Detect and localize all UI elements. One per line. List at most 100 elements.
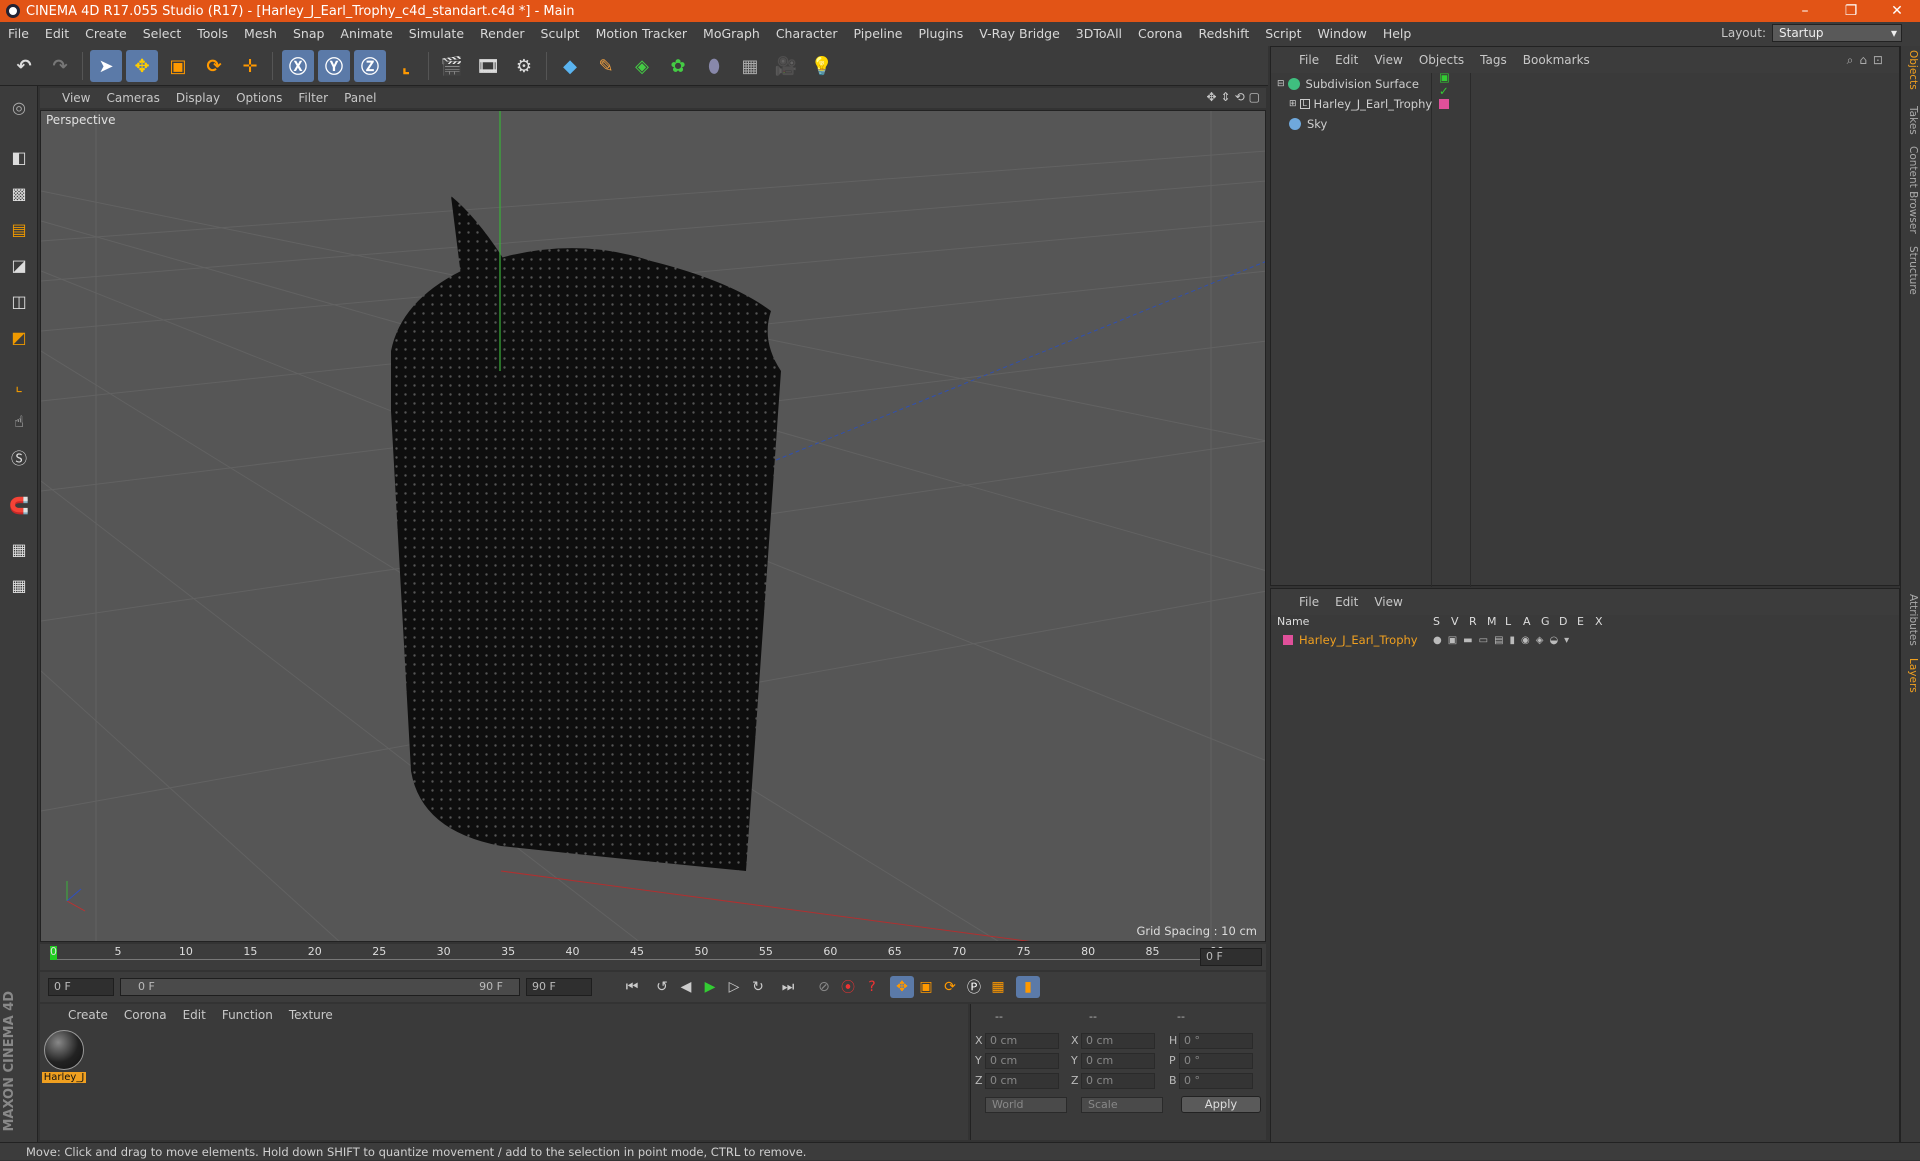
snap-magnet-icon[interactable]: 🧲 <box>4 490 34 520</box>
live-selection-icon[interactable]: ➤ <box>90 50 122 82</box>
objects-menu-file[interactable]: File <box>1291 47 1327 73</box>
close-button[interactable]: ✕ <box>1874 0 1920 22</box>
position-x-field[interactable]: 0 cm <box>985 1033 1059 1049</box>
menu-help[interactable]: Help <box>1375 22 1420 46</box>
end-frame-field[interactable]: 90 F <box>526 978 592 996</box>
next-frame-icon[interactable]: ▷ <box>722 976 746 998</box>
timeline-ruler[interactable]: 051015202530354045505560657075808590 0 F <box>40 944 1266 970</box>
keyframe-selection-icon[interactable]: ? <box>860 976 884 998</box>
coordinate-mode-dropdown[interactable]: Scale <box>1081 1097 1163 1113</box>
current-frame-field[interactable]: 0 F <box>1200 948 1262 966</box>
y-axis-lock-icon[interactable]: Ⓨ <box>318 50 350 82</box>
menu-mesh[interactable]: Mesh <box>236 22 285 46</box>
size-z-field[interactable]: 0 cm <box>1081 1073 1155 1089</box>
objects-menu-view[interactable]: View <box>1366 47 1410 73</box>
menu-pipeline[interactable]: Pipeline <box>846 22 911 46</box>
key-parameter-icon[interactable]: Ⓟ <box>962 976 986 998</box>
viewport-zoom-icon[interactable]: ⇕ <box>1221 90 1231 104</box>
undo-icon[interactable]: ↶ <box>8 50 40 82</box>
menu-motion-tracker[interactable]: Motion Tracker <box>588 22 695 46</box>
preview-range-slider[interactable]: 0 F 90 F <box>120 978 520 996</box>
floor-icon[interactable]: ▦ <box>734 50 766 82</box>
tab-attributes[interactable]: Attributes <box>1903 594 1919 646</box>
transform-icon[interactable]: ✛ <box>234 50 266 82</box>
viewport-rotate-icon[interactable]: ⟲ <box>1235 90 1245 104</box>
coordinate-system-icon[interactable]: ⌞ <box>390 50 422 82</box>
key-position-icon[interactable]: ✥ <box>890 976 914 998</box>
go-to-start-icon[interactable]: ⏮ <box>620 976 644 998</box>
viewport-move-icon[interactable]: ✥ <box>1206 90 1216 104</box>
object-manager-tools-icon[interactable]: ⌕⌂⊡ <box>1847 53 1889 68</box>
texture-mode-icon[interactable]: ▩ <box>4 178 34 208</box>
lock-workplane-icon[interactable]: ▦ <box>4 534 34 564</box>
objects-menu-bookmarks[interactable]: Bookmarks <box>1515 47 1598 73</box>
menu-tools[interactable]: Tools <box>189 22 236 46</box>
object-row-trophy[interactable]: ⊞ L Harley_J_Earl_Trophy <box>1289 95 1449 113</box>
menu-window[interactable]: Window <box>1310 22 1375 46</box>
viewport-menu-filter[interactable]: Filter <box>290 88 336 108</box>
object-row-subdivision-surface[interactable]: ⊟ Subdivision Surface ▣ ✓ <box>1277 70 1450 98</box>
menu-create[interactable]: Create <box>77 22 135 46</box>
polygons-mode-icon[interactable]: ◩ <box>4 322 34 352</box>
layers-menu-view[interactable]: View <box>1366 589 1410 615</box>
tab-content-browser[interactable]: Content Browser <box>1903 146 1919 234</box>
tab-structure[interactable]: Structure <box>1903 246 1919 295</box>
menu-3dtoall[interactable]: 3DToAll <box>1068 22 1130 46</box>
viewport-maximize-icon[interactable]: ▢ <box>1249 90 1260 104</box>
menu-edit[interactable]: Edit <box>37 22 77 46</box>
viewport-menu-display[interactable]: Display <box>168 88 228 108</box>
previous-frame-icon[interactable]: ◀ <box>674 976 698 998</box>
z-axis-lock-icon[interactable]: Ⓩ <box>354 50 386 82</box>
make-editable-icon[interactable]: ◎ <box>4 92 34 122</box>
start-frame-field[interactable]: 0 F <box>48 978 114 996</box>
play-icon[interactable]: ▶ <box>698 976 722 998</box>
perspective-viewport[interactable]: Perspective Grid Spacing : 10 cm <box>40 110 1266 942</box>
coordinate-space-dropdown[interactable]: World <box>985 1097 1067 1113</box>
material-menu-create[interactable]: Create <box>60 1004 116 1026</box>
menu-render[interactable]: Render <box>472 22 533 46</box>
minimize-button[interactable]: – <box>1782 0 1828 22</box>
menu-sculpt[interactable]: Sculpt <box>533 22 588 46</box>
menu-file[interactable]: File <box>0 22 37 46</box>
scale-icon[interactable]: ▣ <box>162 50 194 82</box>
key-rotation-icon[interactable]: ⟳ <box>938 976 962 998</box>
solo-icon[interactable]: Ⓢ <box>4 442 34 472</box>
restore-button[interactable]: ❐ <box>1828 0 1874 22</box>
viewport-menu-options[interactable]: Options <box>228 88 290 108</box>
subdivision-icon[interactable]: ◈ <box>626 50 658 82</box>
rotation-b-field[interactable]: 0 ° <box>1179 1073 1253 1089</box>
menu-mograph[interactable]: MoGraph <box>695 22 768 46</box>
model-mode-icon[interactable]: ◧ <box>4 142 34 172</box>
tweak-mode-icon[interactable]: ☝ <box>4 406 34 436</box>
objects-menu-edit[interactable]: Edit <box>1327 47 1366 73</box>
render-picture-viewer-icon[interactable]: 🎞 <box>472 50 504 82</box>
menu-character[interactable]: Character <box>768 22 846 46</box>
points-mode-icon[interactable]: ◪ <box>4 250 34 280</box>
object-row-sky[interactable]: Sky <box>1277 115 1327 133</box>
tab-layers[interactable]: Layers <box>1903 658 1919 693</box>
menu-select[interactable]: Select <box>135 22 190 46</box>
layer-color-swatch[interactable] <box>1439 99 1449 109</box>
cube-icon[interactable]: ◆ <box>554 50 586 82</box>
layer-row-trophy[interactable]: Harley_J_Earl_Trophy ●▣▬▭▤▮◉◈◒▾ <box>1283 631 1569 649</box>
apply-button[interactable]: Apply <box>1181 1096 1261 1113</box>
menu-snap[interactable]: Snap <box>285 22 332 46</box>
position-y-field[interactable]: 0 cm <box>985 1053 1059 1069</box>
menu-corona[interactable]: Corona <box>1130 22 1190 46</box>
previous-key-icon[interactable]: ↺ <box>650 976 674 998</box>
menu-redshift[interactable]: Redshift <box>1191 22 1258 46</box>
layout-select[interactable]: Startup <box>1772 24 1902 42</box>
axis-mode-icon[interactable]: ⌞ <box>4 370 34 400</box>
pen-spline-icon[interactable]: ✎ <box>590 50 622 82</box>
menu-simulate[interactable]: Simulate <box>401 22 472 46</box>
trophy-base-mesh[interactable] <box>391 261 781 871</box>
tab-takes[interactable]: Takes <box>1903 106 1919 135</box>
record-keys-icon[interactable]: ⊘ <box>812 976 836 998</box>
move-icon[interactable]: ✥ <box>126 50 158 82</box>
material-menu-corona[interactable]: Corona <box>116 1004 175 1026</box>
enabled-check-icon[interactable]: ▣ ✓ <box>1439 70 1450 98</box>
viewport-menu-cameras[interactable]: Cameras <box>98 88 167 108</box>
layer-flags-icons[interactable]: ●▣▬▭▤▮◉◈◒▾ <box>1433 635 1575 646</box>
tab-objects[interactable]: Objects <box>1903 50 1919 90</box>
redo-icon[interactable]: ↷ <box>44 50 76 82</box>
